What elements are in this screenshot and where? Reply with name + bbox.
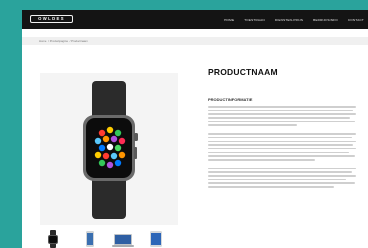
product-title: PRODUCTNAAM <box>208 67 278 77</box>
macbook-thumbnail[interactable] <box>110 230 136 248</box>
watch-thumbnail[interactable] <box>40 230 66 248</box>
ipad-thumbnail[interactable] <box>143 230 169 248</box>
breadcrumb-bar: Home / Productpagina / Productnaam <box>22 37 368 45</box>
product-image-watch[interactable] <box>40 73 178 225</box>
product-info-heading: PRODUCTINFORMATIE <box>208 97 253 102</box>
nav-contact[interactable]: CONTACT <box>348 18 364 22</box>
breadcrumb: Home / Productpagina / Productnaam <box>39 39 89 43</box>
nav-toestraan[interactable]: TOESTRAAN <box>244 18 265 22</box>
nav-diensten-prijs[interactable]: DIENSTEN-PRIJS <box>275 18 303 22</box>
nav-bedrijfsinfo[interactable]: BEDRIJFSINFO <box>313 18 338 22</box>
nav-home[interactable]: HOME <box>224 18 234 22</box>
breadcrumb-current: / Productnaam <box>69 39 88 43</box>
site-header: OWLDES HOME TOESTRAAN DIENSTEN-PRIJS BED… <box>22 10 368 29</box>
breadcrumb-productpagina[interactable]: / Productpagina <box>48 39 68 43</box>
iphone-thumbnail[interactable] <box>77 230 103 248</box>
main-nav: HOME TOESTRAAN DIENSTEN-PRIJS BEDRIJFSIN… <box>214 10 364 29</box>
browser-page: OWLDES HOME TOESTRAAN DIENSTEN-PRIJS BED… <box>22 10 368 248</box>
breadcrumb-home[interactable]: Home <box>39 39 46 43</box>
site-logo[interactable]: OWLDES <box>30 15 73 23</box>
thumbnail-strip <box>40 230 210 248</box>
product-description-text <box>208 106 356 190</box>
